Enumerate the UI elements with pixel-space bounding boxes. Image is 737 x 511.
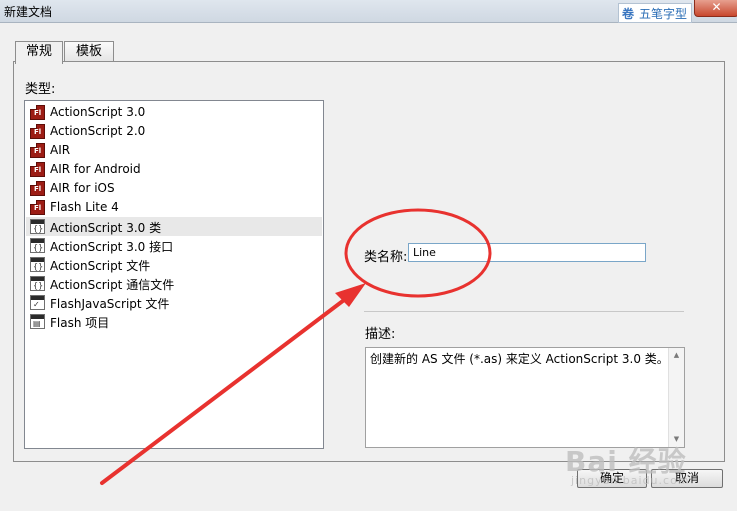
annotation-ellipse — [344, 208, 492, 298]
annotation-overlay — [100, 208, 492, 485]
annotation-arrow-line — [100, 292, 354, 485]
tab-general[interactable]: 常规 — [15, 41, 63, 64]
